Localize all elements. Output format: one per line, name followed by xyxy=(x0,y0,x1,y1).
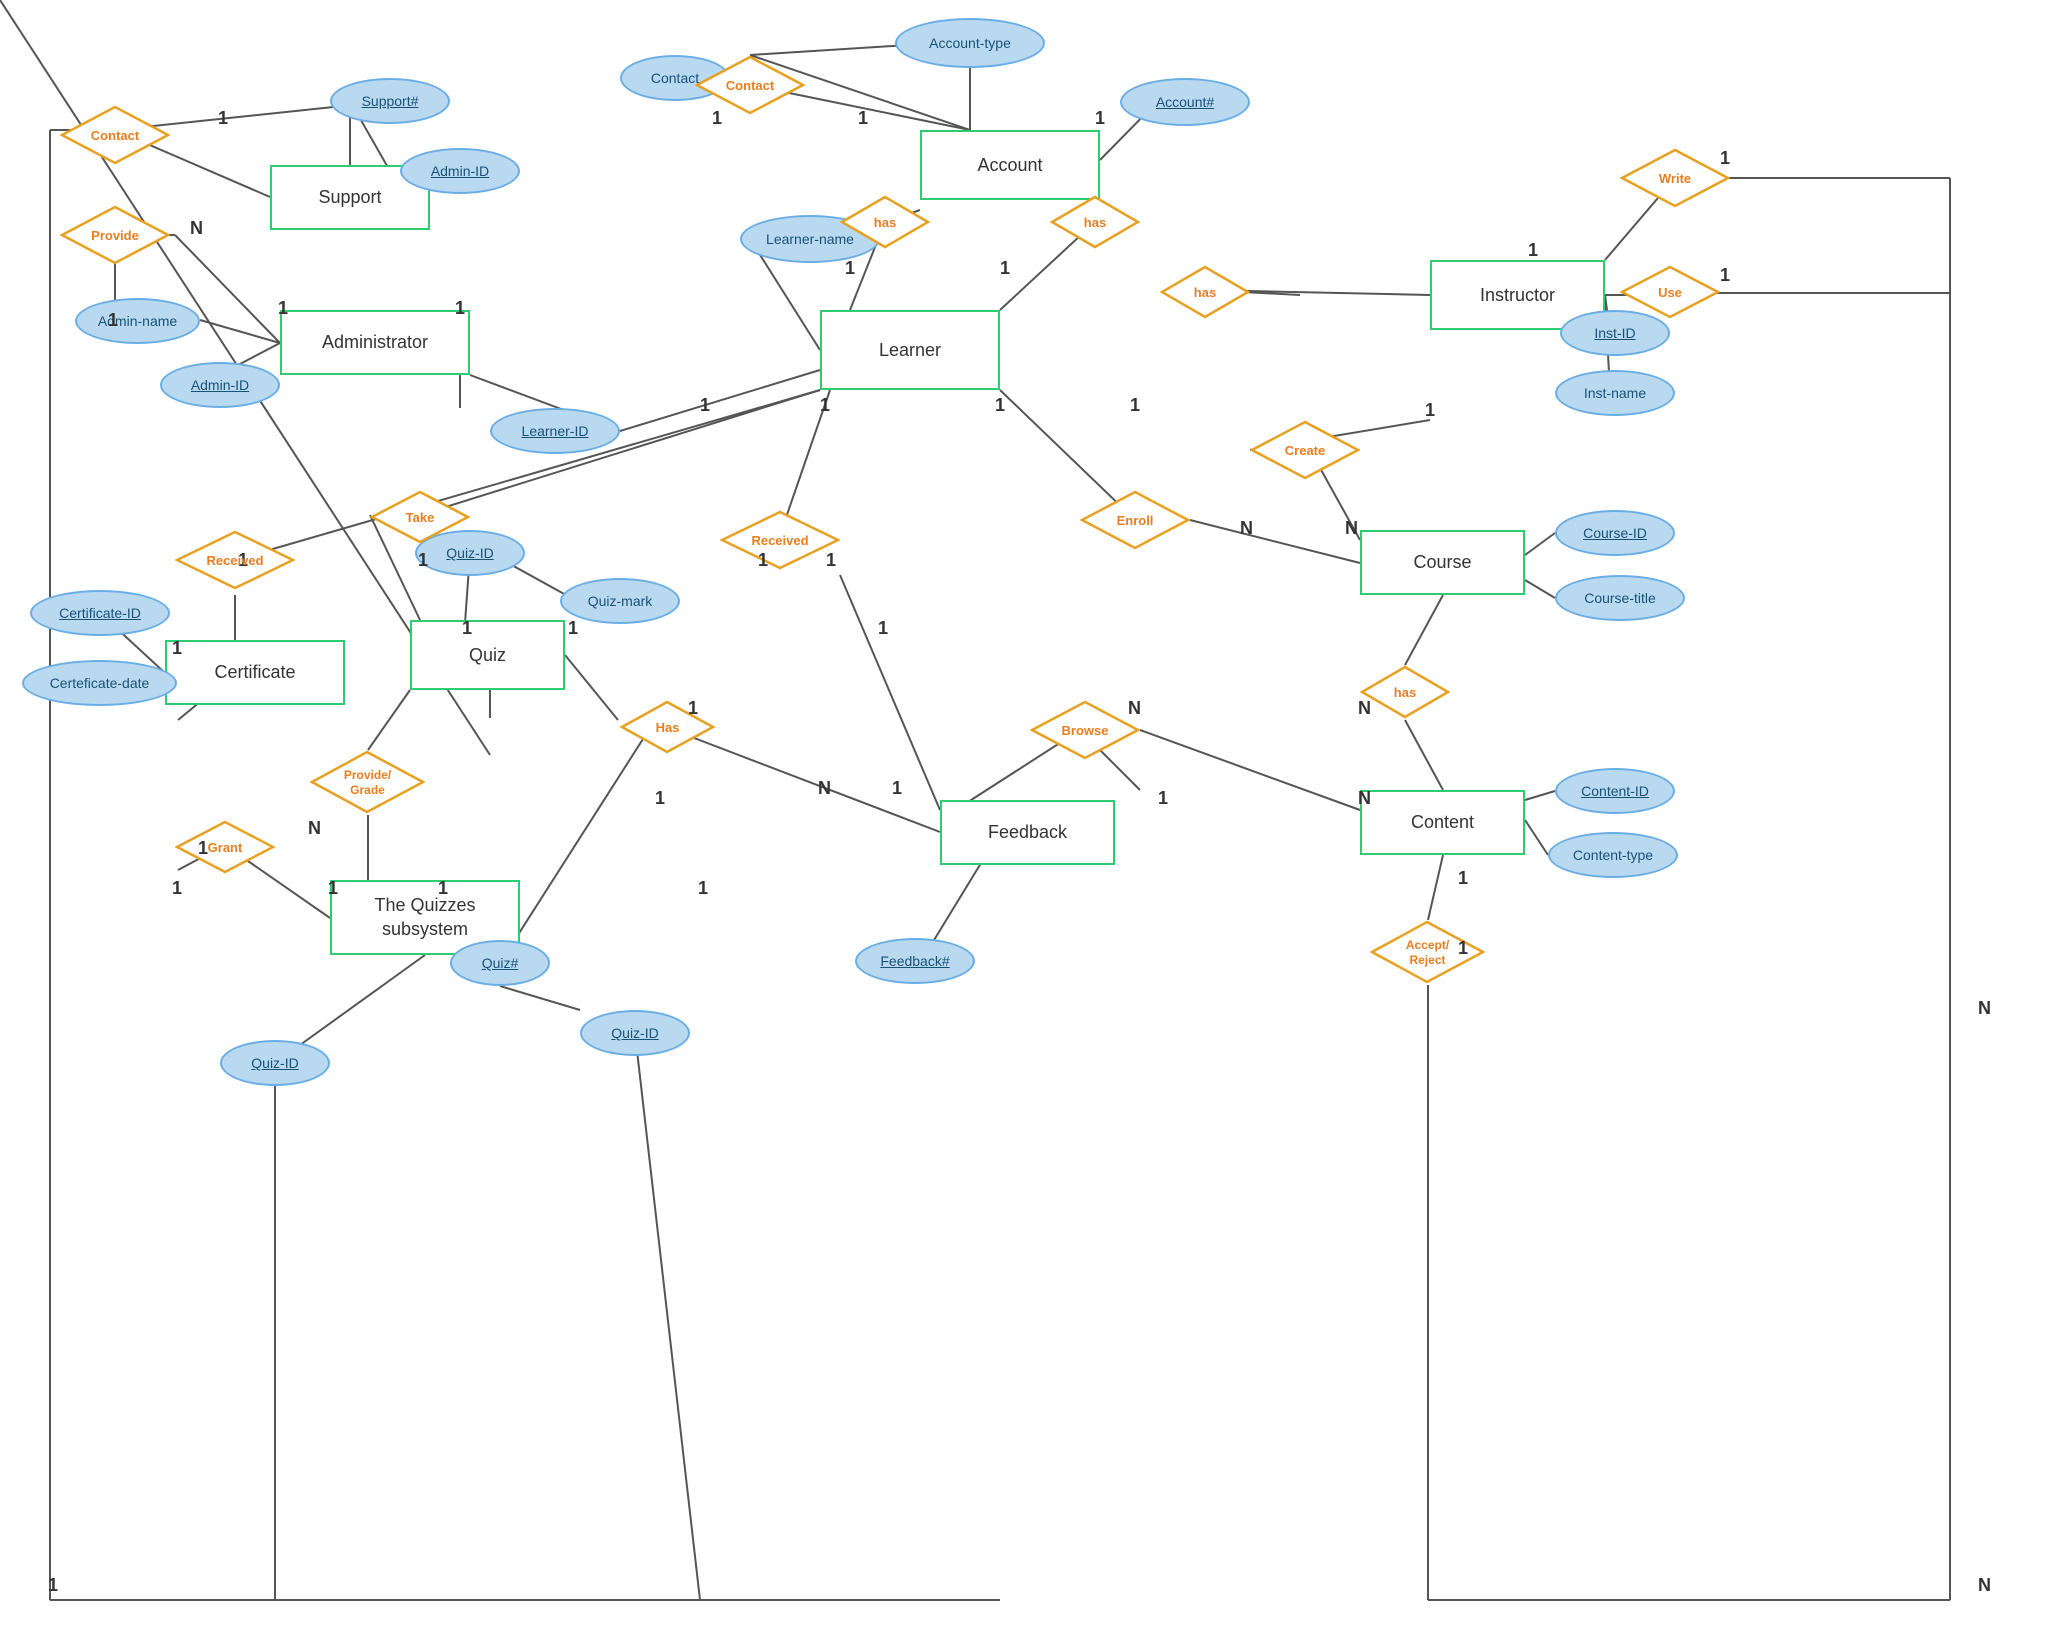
card-4: 1 xyxy=(218,108,228,129)
attr-account-num: Account# xyxy=(1120,78,1250,126)
card-41: 1 xyxy=(438,878,448,899)
rel-grant: Grant xyxy=(175,820,275,875)
entity-feedback: Feedback xyxy=(940,800,1115,865)
attr-course-id: Course-ID xyxy=(1555,510,1675,556)
rel-has2: has xyxy=(1050,195,1140,250)
rel-create: Create xyxy=(1250,420,1360,480)
card-19: 1 xyxy=(1720,148,1730,169)
card-8: 1 xyxy=(455,298,465,319)
rel-browse: Browse xyxy=(1030,700,1140,760)
er-diagram: Account Support Administrator Learner In… xyxy=(0,0,2059,1632)
card-40: 1 xyxy=(328,878,338,899)
attr-support-num: Support# xyxy=(330,78,450,124)
card-7: 1 xyxy=(278,298,288,319)
card-32: 1 xyxy=(1158,788,1168,809)
card-9: 1 xyxy=(845,258,855,279)
attr-content-id: Content-ID xyxy=(1555,768,1675,814)
attr-quiz-id-bot: Quiz-ID xyxy=(580,1010,690,1056)
rel-has-course: has xyxy=(1360,665,1450,720)
card-12: 1 xyxy=(995,395,1005,416)
card-44: 1 xyxy=(1458,938,1468,959)
card-18: 1 xyxy=(1528,240,1538,261)
attr-admin-name: Admin-name xyxy=(75,298,200,344)
card-46: N xyxy=(1978,1575,1991,1596)
entity-account: Account xyxy=(920,130,1100,200)
card-15: N xyxy=(1240,518,1253,539)
attr-account-type: Account-type xyxy=(895,18,1045,68)
attr-quiz-id-sub: Quiz-ID xyxy=(220,1040,330,1086)
attr-cert-id: Certificate-ID xyxy=(30,590,170,636)
card-14: 1 xyxy=(700,395,710,416)
rel-received2: Received xyxy=(720,510,840,570)
entity-content: Content xyxy=(1360,790,1525,855)
card-35: 1 xyxy=(688,698,698,719)
rel-use: Use xyxy=(1620,265,1720,320)
attr-admin-id-bot: Admin-ID xyxy=(160,362,280,408)
attr-quiz-num: Quiz# xyxy=(450,940,550,986)
card-16: N xyxy=(1345,518,1358,539)
card-30: N xyxy=(818,778,831,799)
entity-certificate: Certificate xyxy=(165,640,345,705)
card-29: 1 xyxy=(892,778,902,799)
entity-learner: Learner xyxy=(820,310,1000,390)
entity-quiz: Quiz xyxy=(410,620,565,690)
card-26: 1 xyxy=(758,550,768,571)
card-11: 1 xyxy=(820,395,830,416)
entity-administrator: Administrator xyxy=(280,310,470,375)
card-25: 1 xyxy=(568,618,578,639)
card-13: 1 xyxy=(1130,395,1140,416)
card-2: 1 xyxy=(1095,108,1105,129)
card-42: 1 xyxy=(698,878,708,899)
card-31: N xyxy=(1128,698,1141,719)
card-24: 1 xyxy=(462,618,472,639)
attr-learner-id: Learner-ID xyxy=(490,408,620,454)
card-6: 1 xyxy=(108,310,118,331)
rel-write: Write xyxy=(1620,148,1730,208)
card-20: 1 xyxy=(1720,265,1730,286)
card-5: N xyxy=(190,218,203,239)
card-17: 1 xyxy=(1425,400,1435,421)
card-22: 1 xyxy=(172,638,182,659)
attr-course-title: Course-title xyxy=(1555,575,1685,621)
card-1: 1 xyxy=(858,108,868,129)
card-43: 1 xyxy=(1458,868,1468,889)
attr-cert-date: Certeficate-date xyxy=(22,660,177,706)
card-3: 1 xyxy=(712,108,722,129)
card-34: N xyxy=(1358,788,1371,809)
attr-inst-name: Inst-name xyxy=(1555,370,1675,416)
card-45: N xyxy=(1978,998,1991,1019)
rel-provide-grade: Provide/ Grade xyxy=(310,750,425,815)
rel-enroll: Enroll xyxy=(1080,490,1190,550)
card-33: N xyxy=(1358,698,1371,719)
rel-contact-left: Contact xyxy=(60,105,170,165)
attr-content-type: Content-type xyxy=(1548,832,1678,878)
entity-course: Course xyxy=(1360,530,1525,595)
card-37: N xyxy=(308,818,321,839)
rel-has1: has xyxy=(840,195,930,250)
card-36: 1 xyxy=(655,788,665,809)
card-23: 1 xyxy=(418,550,428,571)
rel-has-quiz: Has xyxy=(620,700,715,755)
card-28: 1 xyxy=(878,618,888,639)
rel-has3: has xyxy=(1160,265,1250,320)
card-39: 1 xyxy=(172,878,182,899)
attr-feedback-num: Feedback# xyxy=(855,938,975,984)
rel-contact-top: Contact xyxy=(695,55,805,115)
card-10: 1 xyxy=(1000,258,1010,279)
rel-received1: Received xyxy=(175,530,295,590)
card-47: 1 xyxy=(48,1575,58,1596)
attr-admin-id-top: Admin-ID xyxy=(400,148,520,194)
rel-take: Take xyxy=(370,490,470,545)
card-38: 1 xyxy=(198,838,208,859)
rel-provide: Provide xyxy=(60,205,170,265)
card-27: 1 xyxy=(826,550,836,571)
